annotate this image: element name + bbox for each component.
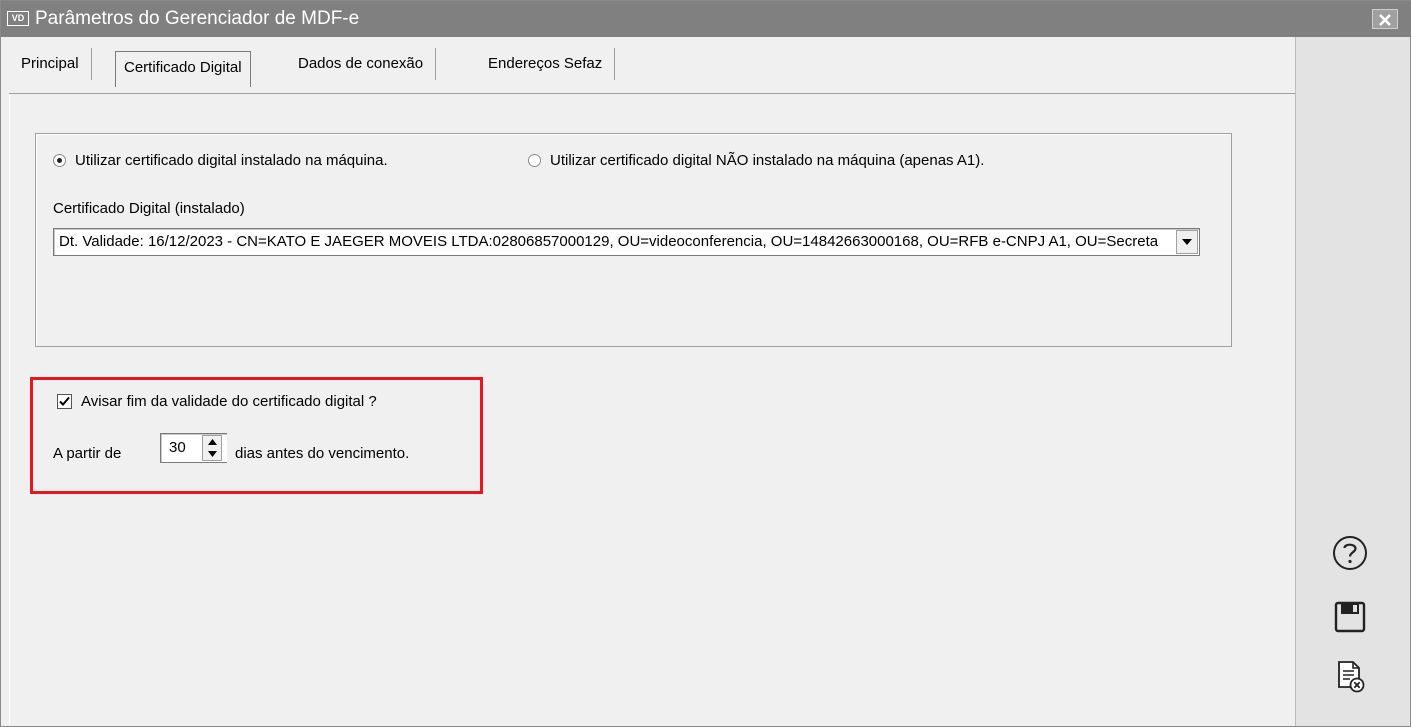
close-button[interactable] bbox=[1372, 9, 1398, 29]
close-icon bbox=[1379, 14, 1391, 26]
arrow-up-icon bbox=[207, 439, 217, 445]
chevron-down-icon bbox=[1182, 239, 1192, 245]
cancel-document-button[interactable] bbox=[1330, 657, 1370, 697]
radio-label: Utilizar certificado digital NÃO instala… bbox=[550, 151, 985, 169]
save-button[interactable] bbox=[1330, 597, 1370, 637]
days-value: 30 bbox=[169, 439, 186, 456]
certificate-combo-label: Certificado Digital (instalado) bbox=[53, 200, 245, 217]
radio-unchecked-icon bbox=[528, 153, 541, 167]
checkbox-checked-icon bbox=[57, 393, 72, 409]
tab-label: Endereços Sefaz bbox=[488, 55, 603, 72]
window-title: Parâmetros do Gerenciador de MDF-e bbox=[35, 8, 360, 29]
days-spinner[interactable]: 30 bbox=[160, 433, 227, 463]
dropdown-button[interactable] bbox=[1176, 230, 1198, 254]
help-icon bbox=[1333, 536, 1367, 570]
parameters-window: VD Parâmetros do Gerenciador de MDF-e Pr… bbox=[0, 0, 1411, 727]
radio-label: Utilizar certificado digital instalado n… bbox=[75, 151, 388, 169]
tab-label: Principal bbox=[21, 55, 79, 72]
expiry-warning-checkbox[interactable]: Avisar fim da validade do certificado di… bbox=[57, 390, 377, 412]
days-suffix-label: dias antes do vencimento. bbox=[235, 445, 410, 462]
tab-principal[interactable]: Principal bbox=[9, 48, 92, 80]
save-icon bbox=[1334, 601, 1366, 633]
spinner-buttons bbox=[202, 435, 222, 461]
tab-certificado-digital[interactable]: Certificado Digital bbox=[115, 51, 251, 87]
help-button[interactable] bbox=[1330, 533, 1370, 573]
tab-label: Dados de conexão bbox=[298, 55, 424, 72]
radio-not-installed-certificate[interactable]: Utilizar certificado digital NÃO instala… bbox=[528, 150, 984, 170]
tab-enderecos-sefaz[interactable]: Endereços Sefaz bbox=[476, 48, 616, 80]
title-bar[interactable]: VD Parâmetros do Gerenciador de MDF-e bbox=[1, 1, 1411, 37]
radio-checked-icon bbox=[53, 153, 66, 167]
radio-installed-certificate[interactable]: Utilizar certificado digital instalado n… bbox=[53, 150, 388, 170]
arrow-down-icon bbox=[207, 451, 217, 457]
certificate-select-value: Dt. Validade: 16/12/2023 - CN=KATO E JAE… bbox=[59, 233, 1159, 250]
spinner-down-button[interactable] bbox=[203, 448, 221, 460]
days-prefix-label: A partir de bbox=[53, 445, 122, 462]
tab-bar: Principal Certificado Digital Dados de c… bbox=[1, 37, 1295, 93]
tab-label: Certificado Digital bbox=[124, 59, 242, 76]
cancel-document-icon bbox=[1338, 661, 1365, 693]
app-icon: VD bbox=[7, 11, 29, 26]
checkbox-label: Avisar fim da validade do certificado di… bbox=[81, 392, 377, 410]
spinner-up-button[interactable] bbox=[203, 436, 221, 448]
tab-dados-conexao[interactable]: Dados de conexão bbox=[286, 48, 437, 80]
right-toolbar bbox=[1295, 37, 1410, 726]
certificate-select[interactable]: Dt. Validade: 16/12/2023 - CN=KATO E JAE… bbox=[53, 228, 1200, 256]
